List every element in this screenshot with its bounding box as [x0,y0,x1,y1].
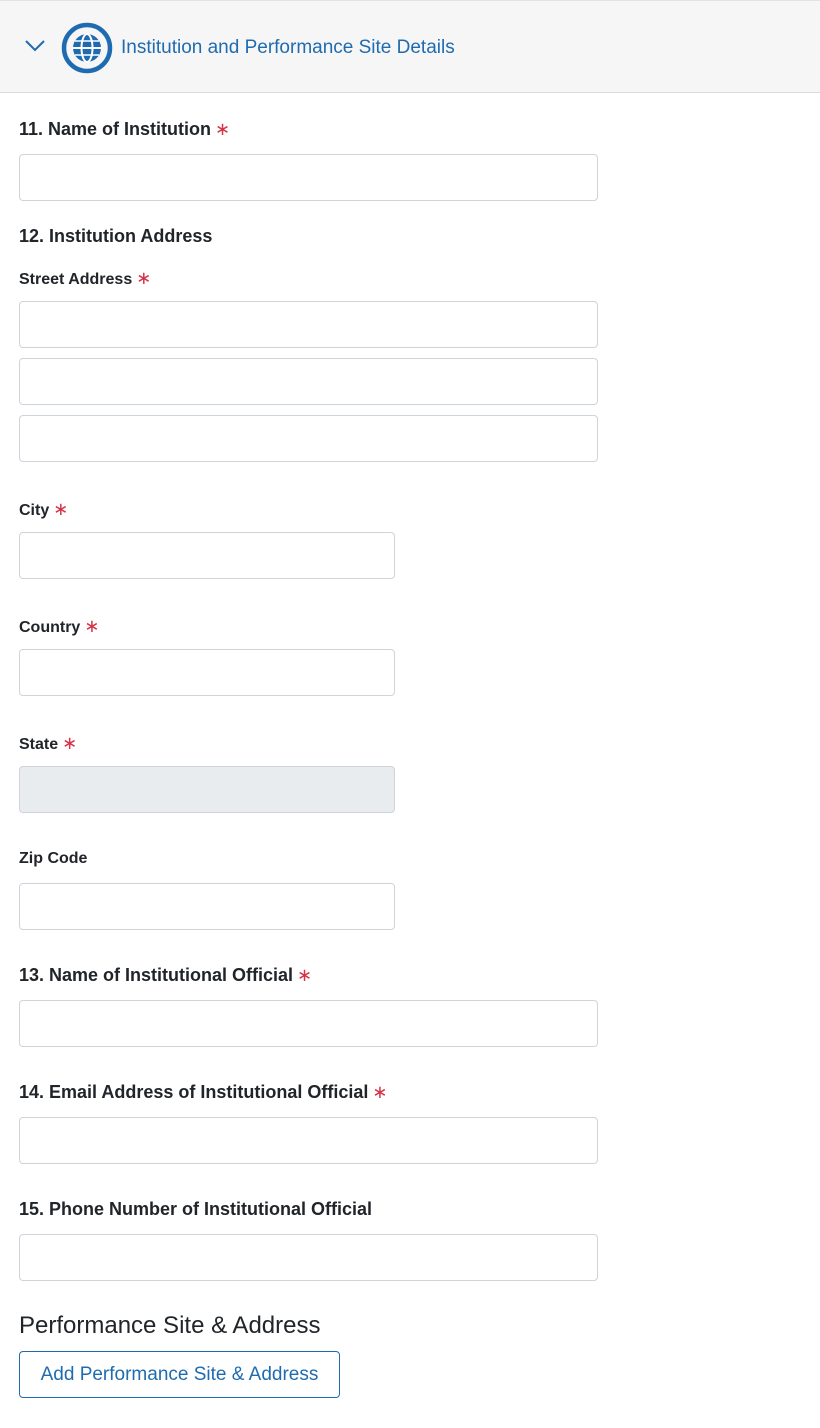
street-address-line-2-input[interactable] [19,358,598,405]
required-marker: ∗ [297,965,313,985]
city-label: City ∗ [19,499,69,519]
zip-code-label: Zip Code [19,850,88,867]
required-marker: ∗ [372,1082,388,1102]
city-input[interactable] [19,532,395,579]
institution-address-heading: 12. Institution Address [19,226,213,246]
institution-name-input[interactable] [19,154,598,201]
official-phone-label: 15. Phone Number of Institutional Offici… [19,1199,373,1219]
official-email-label: 14. Email Address of Institutional Offic… [19,1082,388,1102]
country-input[interactable] [19,649,395,696]
official-name-label: 13. Name of Institutional Official ∗ [19,965,313,985]
required-marker: ∗ [215,119,231,139]
official-email-input[interactable] [19,1117,598,1164]
street-address-line-1-input[interactable] [19,301,598,348]
add-performance-site-button[interactable]: Add Performance Site & Address [19,1351,340,1398]
official-name-input[interactable] [19,1000,598,1047]
required-marker: ∗ [62,733,78,753]
section-header[interactable]: Institution and Performance Site Details [0,0,820,93]
state-input [19,766,395,813]
performance-site-title: Performance Site & Address [19,1312,321,1339]
chevron-down-icon[interactable] [24,39,46,53]
required-marker: ∗ [136,268,152,288]
institution-name-label: 11. Name of Institution ∗ [19,119,231,139]
zip-code-input[interactable] [19,883,395,930]
globe-icon [61,22,113,74]
street-address-line-3-input[interactable] [19,415,598,462]
required-marker: ∗ [84,616,100,636]
street-address-label: Street Address ∗ [19,268,152,288]
section-title[interactable]: Institution and Performance Site Details [121,37,455,59]
country-label: Country ∗ [19,616,100,636]
state-label: State ∗ [19,733,78,753]
official-phone-input[interactable] [19,1234,598,1281]
required-marker: ∗ [53,499,69,519]
